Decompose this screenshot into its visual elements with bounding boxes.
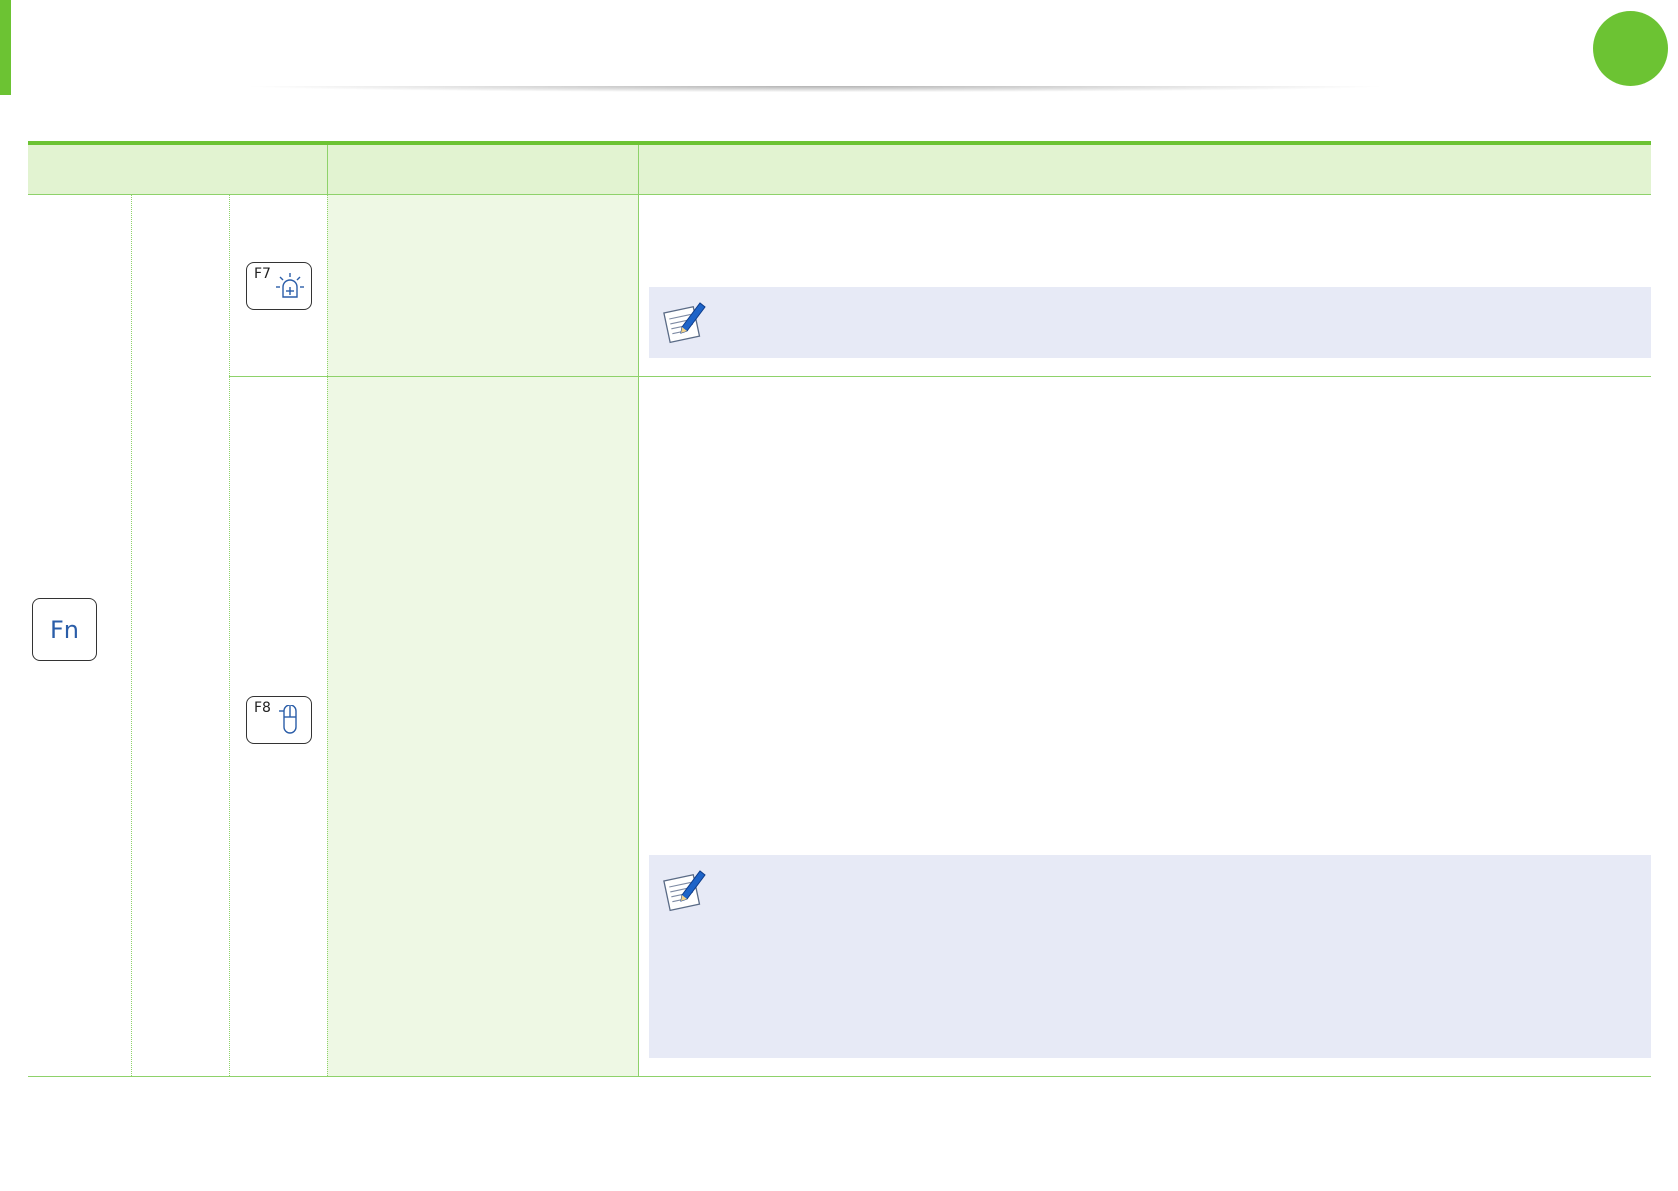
f8-key: F8 xyxy=(246,696,312,744)
f8-key-label: F8 xyxy=(254,700,271,716)
page-edge-accent-bar xyxy=(0,0,11,95)
fn-key-label: Fn xyxy=(49,616,79,644)
row-divider xyxy=(229,376,1651,377)
note-pen-icon xyxy=(660,865,708,918)
fn-key: Fn xyxy=(32,598,97,661)
touchpad-icon xyxy=(275,704,305,740)
note-box xyxy=(649,855,1651,1058)
backlight-icon xyxy=(275,271,305,306)
table-bottom-rule xyxy=(28,1076,1651,1077)
header-divider-shadow xyxy=(0,86,1630,104)
note-box xyxy=(649,287,1651,358)
dotted-column-divider xyxy=(229,195,230,1076)
chapter-indicator-dot xyxy=(1593,11,1668,86)
dotted-column-divider xyxy=(327,195,328,1076)
column-divider xyxy=(638,145,639,1076)
note-pen-icon xyxy=(660,297,708,350)
table-header-row xyxy=(28,145,1651,194)
function-column xyxy=(327,195,638,1076)
f7-key-label: F7 xyxy=(254,266,271,282)
dotted-column-divider xyxy=(131,195,132,1076)
f7-key: F7 xyxy=(246,262,312,310)
header-column-divider xyxy=(327,145,328,195)
header-bottom-rule xyxy=(28,194,1651,195)
